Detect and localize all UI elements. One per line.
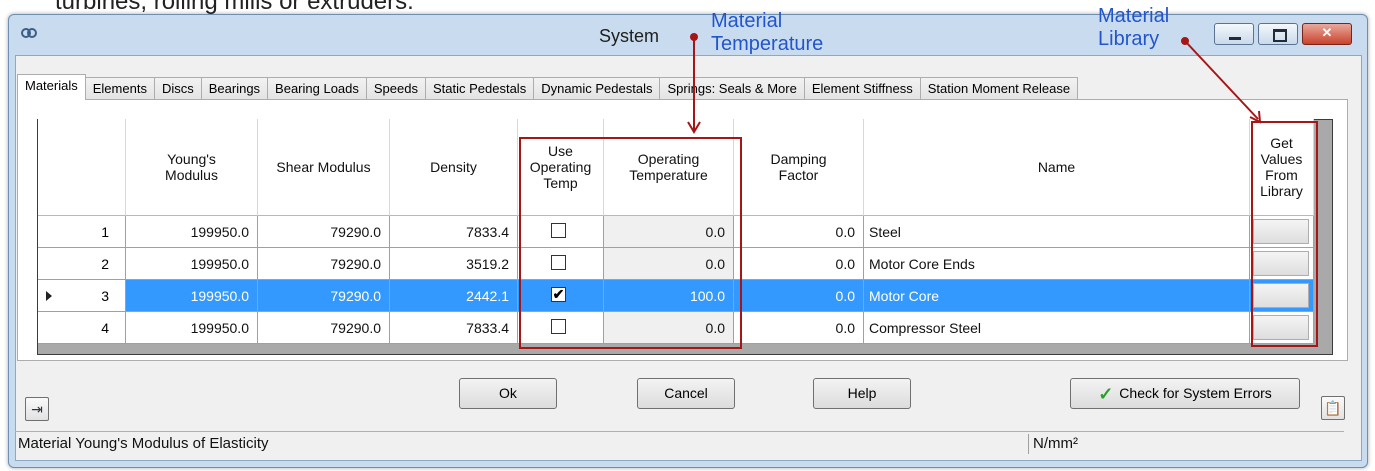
annotation-line: Library	[1098, 28, 1160, 50]
annotation-line: Material	[711, 10, 783, 32]
annotation-material-temperature: Material Temperature	[711, 10, 823, 56]
annotation-line: Temperature	[711, 33, 824, 55]
annotation-material-library: Material Library	[1098, 5, 1169, 51]
annotation-line: Material	[1098, 5, 1170, 27]
tab-materials[interactable]: Materials	[17, 74, 86, 100]
annotation-arrows	[687, 33, 1262, 134]
